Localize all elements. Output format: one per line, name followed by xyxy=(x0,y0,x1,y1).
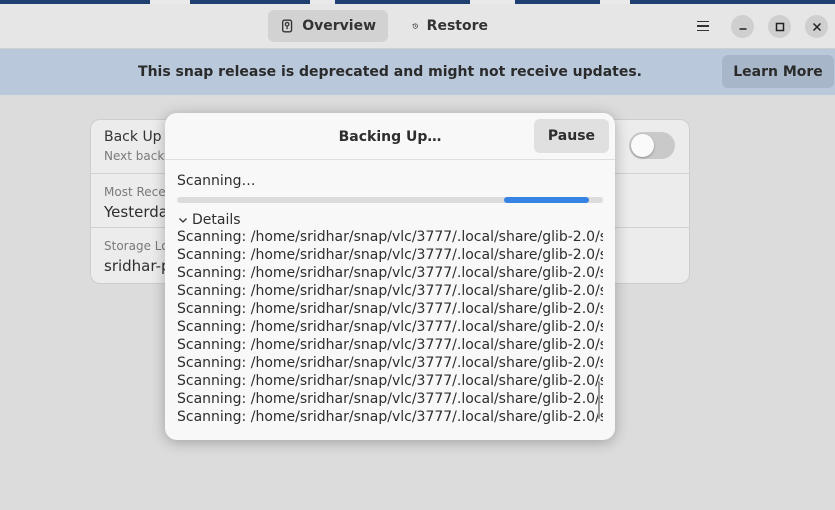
auto-backup-toggle[interactable] xyxy=(629,132,675,159)
scan-log[interactable]: Scanning: /home/sridhar/snap/vlc/3777/.l… xyxy=(177,228,603,426)
auto-backup-subtitle: Next backu xyxy=(104,149,172,163)
progress-bar xyxy=(177,197,603,203)
vault-icon xyxy=(281,19,293,33)
log-line: Scanning: /home/sridhar/snap/vlc/3777/.l… xyxy=(177,319,603,335)
tab-restore[interactable]: Restore xyxy=(400,10,500,42)
log-line: Scanning: /home/sridhar/snap/vlc/3777/.l… xyxy=(177,283,603,299)
maximize-icon xyxy=(775,22,784,31)
header-bar: Overview Restore xyxy=(0,4,835,49)
history-icon xyxy=(412,23,418,29)
main-menu-button[interactable] xyxy=(693,17,713,35)
status-label: Scanning… xyxy=(177,173,256,189)
maximize-button[interactable] xyxy=(768,15,791,38)
learn-more-button[interactable]: Learn More xyxy=(722,55,834,88)
minimize-button[interactable] xyxy=(731,15,754,38)
minimize-icon xyxy=(739,27,746,30)
tab-label: Overview xyxy=(302,18,376,34)
log-line: Scanning: /home/sridhar/snap/vlc/3777/.l… xyxy=(177,337,603,353)
recent-backup-caption: Most Recen xyxy=(104,185,174,199)
hamburger-icon xyxy=(697,20,709,23)
progress-pulse xyxy=(504,197,589,203)
details-label: Details xyxy=(192,212,241,228)
log-line: Scanning: /home/sridhar/snap/vlc/3777/.l… xyxy=(177,301,603,317)
dialog-header: Backing Up… Pause xyxy=(165,113,615,160)
log-line: Scanning: /home/sridhar/snap/vlc/3777/.l… xyxy=(177,247,603,263)
tab-overview[interactable]: Overview xyxy=(268,10,388,42)
log-line: Scanning: /home/sridhar/snap/vlc/3777/.l… xyxy=(177,409,603,425)
details-expander[interactable]: Details xyxy=(177,211,241,229)
chevron-down-icon xyxy=(179,218,187,223)
deprecation-banner: This snap release is deprecated and migh… xyxy=(0,49,835,95)
log-line: Scanning: /home/sridhar/snap/vlc/3777/.l… xyxy=(177,391,603,407)
log-scrollbar[interactable] xyxy=(598,381,600,419)
log-line: Scanning: /home/sridhar/snap/vlc/3777/.l… xyxy=(177,265,603,281)
close-icon xyxy=(812,22,821,31)
log-line: Scanning: /home/sridhar/snap/vlc/3777/.l… xyxy=(177,373,603,389)
pause-button[interactable]: Pause xyxy=(534,119,609,153)
tab-label: Restore xyxy=(426,18,488,34)
log-line: Scanning: /home/sridhar/snap/vlc/3777/.l… xyxy=(177,355,603,371)
log-line: Scanning: /home/sridhar/snap/vlc/3777/.l… xyxy=(177,229,603,245)
backup-progress-dialog: Backing Up… Pause Scanning… Details Scan… xyxy=(165,113,615,440)
banner-message: This snap release is deprecated and migh… xyxy=(138,64,642,80)
close-button[interactable] xyxy=(805,15,828,38)
